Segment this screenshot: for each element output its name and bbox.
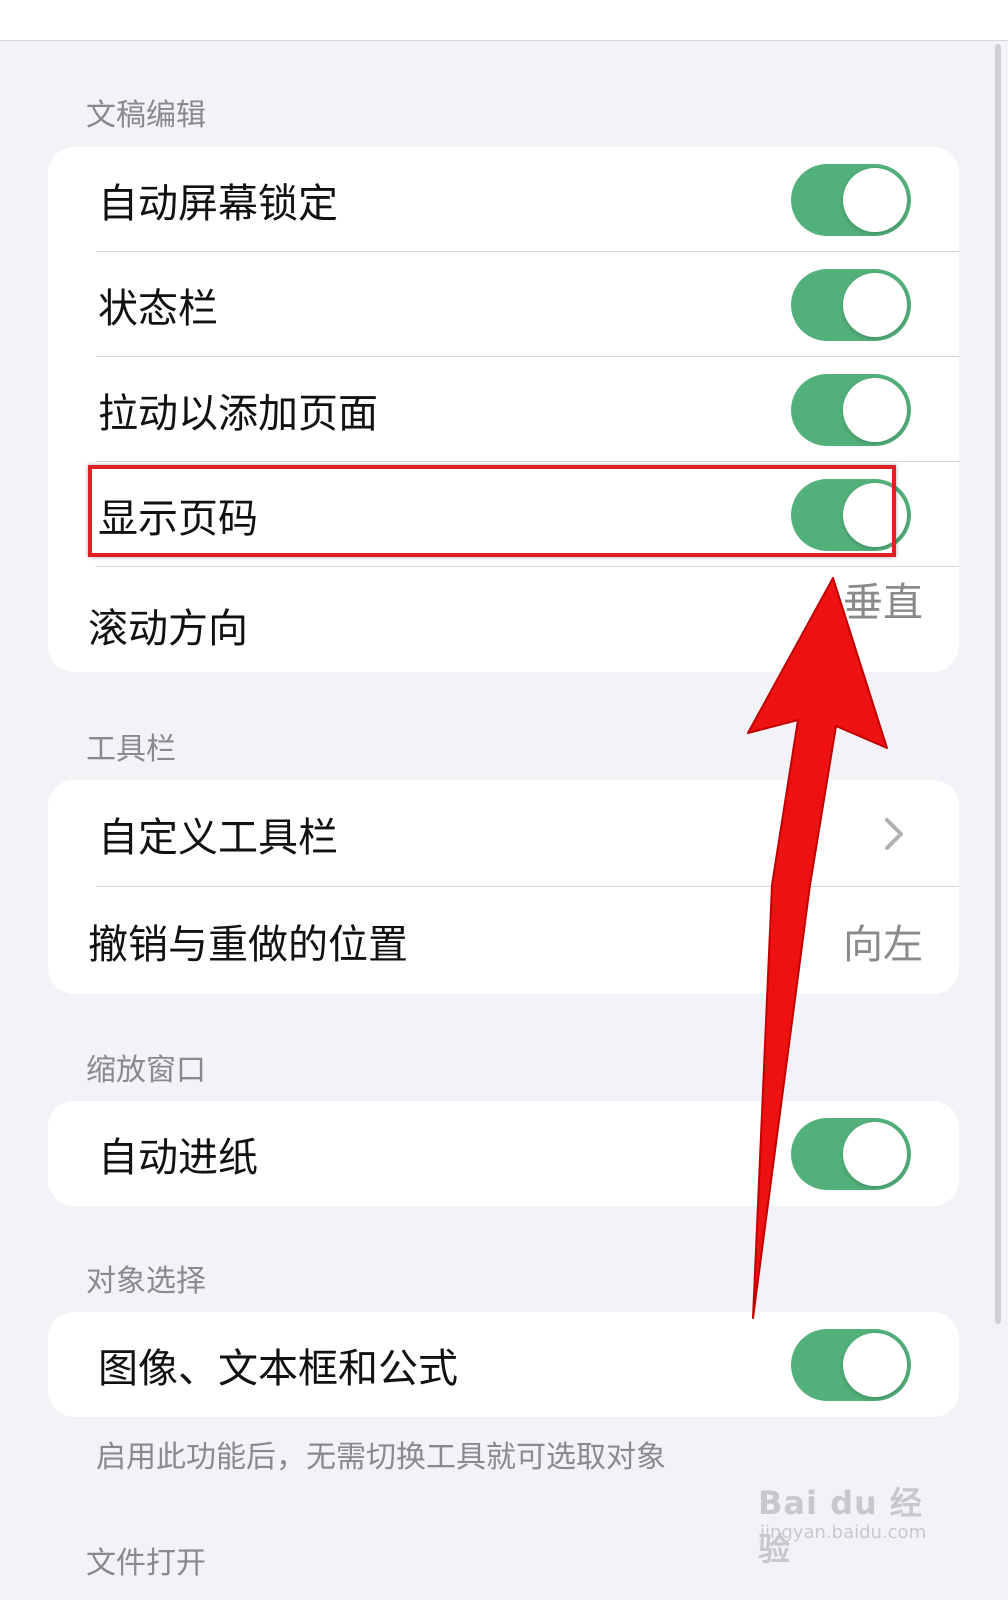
row-status-bar[interactable]: 状态栏 bbox=[48, 252, 959, 357]
watermark-url: jingyan.baidu.com bbox=[760, 1522, 927, 1543]
row-label: 撤销与重做的位置 bbox=[88, 921, 408, 968]
row-label: 图像、文本框和公式 bbox=[98, 1345, 458, 1392]
object-selection-footer: 启用此功能后，无需切换工具就可选取对象 bbox=[96, 1440, 666, 1475]
row-label: 滚动方向 bbox=[88, 605, 248, 652]
toggle-knob bbox=[843, 167, 907, 232]
row-label: 拉动以添加页面 bbox=[98, 390, 378, 437]
row-customize-toolbar[interactable]: 自定义工具栏 bbox=[48, 780, 959, 887]
group-toolbar: 自定义工具栏 撤销与重做的位置 向左 bbox=[48, 780, 959, 994]
highlight-box bbox=[88, 465, 896, 557]
row-label: 自定义工具栏 bbox=[98, 814, 338, 861]
row-label: 状态栏 bbox=[98, 285, 218, 332]
row-undo-redo-position[interactable]: 撤销与重做的位置 向左 bbox=[48, 887, 959, 994]
section-header-toolbar: 工具栏 bbox=[86, 732, 176, 767]
images-textboxes-equations-toggle[interactable] bbox=[791, 1328, 911, 1401]
pull-to-add-page-toggle[interactable] bbox=[791, 373, 911, 446]
section-header-file-open: 文件打开 bbox=[86, 1546, 206, 1581]
group-zoom-window: 自动进纸 bbox=[48, 1101, 959, 1206]
undo-redo-position-value: 向左 bbox=[843, 921, 923, 968]
row-pull-to-add-page[interactable]: 拉动以添加页面 bbox=[48, 357, 959, 462]
auto-advance-toggle[interactable] bbox=[791, 1117, 911, 1190]
scrollbar[interactable] bbox=[995, 44, 1001, 1324]
toggle-knob bbox=[843, 377, 907, 442]
toggle-knob bbox=[843, 1332, 907, 1397]
section-header-draft-editing: 文稿编辑 bbox=[86, 98, 206, 133]
scroll-direction-value: 垂直 bbox=[843, 579, 923, 626]
watermark: Bai du 经验 jingyan.baidu.com bbox=[758, 1478, 938, 1568]
group-object-selection: 图像、文本框和公式 bbox=[48, 1312, 959, 1417]
row-scroll-direction[interactable]: 滚动方向 垂直 bbox=[48, 567, 959, 672]
row-auto-advance[interactable]: 自动进纸 bbox=[48, 1101, 959, 1206]
toggle-knob bbox=[843, 1121, 907, 1186]
section-header-zoom-window: 缩放窗口 bbox=[86, 1053, 206, 1088]
row-images-textboxes-equations[interactable]: 图像、文本框和公式 bbox=[48, 1312, 959, 1417]
auto-screen-lock-toggle[interactable] bbox=[791, 163, 911, 236]
top-bar bbox=[0, 0, 1008, 41]
toggle-knob bbox=[843, 272, 907, 337]
section-header-object-selection: 对象选择 bbox=[86, 1264, 206, 1299]
row-auto-screen-lock[interactable]: 自动屏幕锁定 bbox=[48, 147, 959, 252]
row-label: 自动屏幕锁定 bbox=[98, 180, 338, 227]
chevron-right-icon bbox=[885, 817, 903, 850]
status-bar-toggle[interactable] bbox=[791, 268, 911, 341]
row-label: 自动进纸 bbox=[98, 1134, 258, 1181]
group-draft-editing: 自动屏幕锁定 状态栏 拉动以添加页面 显示页码 滚动方向 垂直 bbox=[48, 147, 959, 672]
